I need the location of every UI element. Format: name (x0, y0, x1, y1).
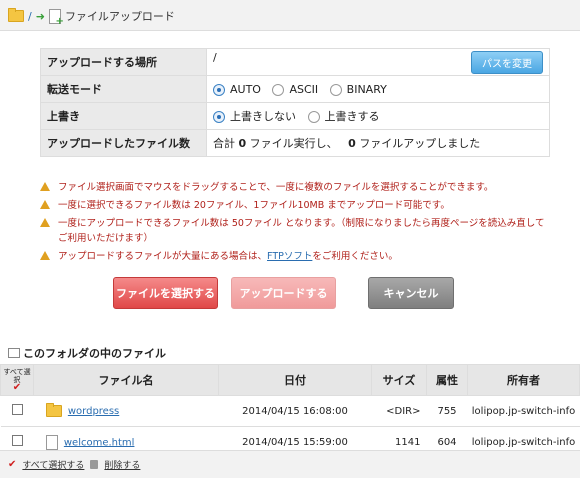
change-path-button[interactable]: パスを変更 (471, 50, 543, 74)
file-owner: lolipop.jp-switch-info (467, 395, 580, 427)
folder-icon (8, 348, 20, 358)
top-bar: / ➜ ファイルアップロード (0, 0, 580, 31)
footer-bar: ✔ すべて選択する 削除する (0, 450, 580, 478)
select-all-header[interactable]: すべて選択 ✔ (0, 364, 34, 396)
overwrite-label: 上書き (40, 102, 207, 130)
transfer-mode-label: 転送モード (40, 75, 207, 103)
transfer-mode-binary[interactable]: BINARY (329, 83, 387, 96)
checkmark-icon: ✔ (8, 459, 17, 470)
overwrite-no[interactable]: 上書きしない (213, 110, 296, 123)
page-title: ファイルアップロード (64, 10, 175, 23)
radio-icon[interactable] (307, 111, 320, 123)
new-file-icon (48, 8, 64, 27)
radio-icon[interactable] (329, 83, 342, 96)
header-date: 日付 (218, 364, 372, 396)
file-icon (45, 434, 58, 450)
upload-location-value: / (213, 50, 217, 64)
uploaded-count-value: 合計 0 ファイル実行し、 0 ファイルアップしました (206, 129, 550, 157)
header-filename: ファイル名 (33, 364, 219, 396)
breadcrumb-root[interactable]: / (28, 10, 32, 23)
note-item: 一度に選択できるファイル数は 20ファイル、1ファイル10MB までアップロード… (38, 198, 553, 213)
upload-settings-table: アップロードする場所 / パスを変更 転送モード AUTO ASCII BINA… (40, 48, 550, 157)
note-item: アップロードするファイルが大量にある場合は、FTPソフトをご利用ください。 (38, 249, 553, 264)
radio-icon[interactable] (213, 83, 225, 96)
checkmark-icon[interactable]: ✔ (2, 383, 32, 393)
file-list-table: すべて選択 ✔ ファイル名 日付 サイズ 属性 所有者 wordpress 20… (0, 364, 580, 458)
warning-icon (40, 218, 50, 227)
file-date: 2014/04/15 16:08:00 (218, 395, 372, 427)
select-all-link[interactable]: すべて選択する (22, 458, 84, 471)
note-item: ファイル選択画面でマウスをドラッグすることで、一度に複数のファイルを選択すること… (38, 180, 553, 195)
file-link[interactable]: wordpress (68, 406, 119, 417)
warning-icon (40, 182, 50, 191)
header-size: サイズ (371, 364, 427, 396)
file-attr[interactable]: 755 (426, 395, 468, 427)
transfer-mode-auto[interactable]: AUTO (213, 83, 261, 96)
header-attr: 属性 (426, 364, 468, 396)
arrow-right-icon: ➜ (35, 9, 45, 23)
warning-icon (40, 251, 50, 260)
notes-list: ファイル選択画面でマウスをドラッグすることで、一度に複数のファイルを選択すること… (38, 180, 553, 267)
cancel-button[interactable]: キャンセル (368, 277, 454, 309)
delete-link[interactable]: 削除する (104, 458, 140, 471)
file-size: <DIR> (371, 395, 427, 427)
breadcrumb: / ➜ ファイルアップロード (8, 8, 175, 27)
select-file-button[interactable]: ファイルを選択する (113, 277, 218, 309)
transfer-mode-ascii[interactable]: ASCII (272, 83, 318, 96)
overwrite-yes[interactable]: 上書きする (307, 110, 380, 123)
table-row: wordpress 2014/04/15 16:08:00 <DIR> 755 … (0, 395, 580, 427)
trash-icon (90, 460, 99, 469)
folder-icon (45, 403, 62, 417)
radio-icon[interactable] (213, 111, 225, 123)
row-checkbox[interactable] (11, 404, 23, 415)
row-checkbox[interactable] (11, 435, 23, 446)
warning-icon (40, 200, 50, 209)
section-title: このフォルダの中のファイル (8, 345, 166, 361)
radio-icon[interactable] (272, 83, 285, 96)
file-link[interactable]: welcome.html (64, 437, 135, 448)
folder-icon[interactable] (8, 8, 24, 22)
note-item: 一度にアップロードできるファイル数は 50ファイル となります。（制限になりまし… (38, 216, 553, 246)
upload-location-label: アップロードする場所 (40, 48, 207, 76)
upload-button[interactable]: アップロードする (231, 277, 336, 309)
header-owner: 所有者 (467, 364, 580, 396)
ftp-soft-link[interactable]: FTPソフト (267, 251, 312, 262)
uploaded-count-label: アップロードしたファイル数 (40, 129, 207, 157)
